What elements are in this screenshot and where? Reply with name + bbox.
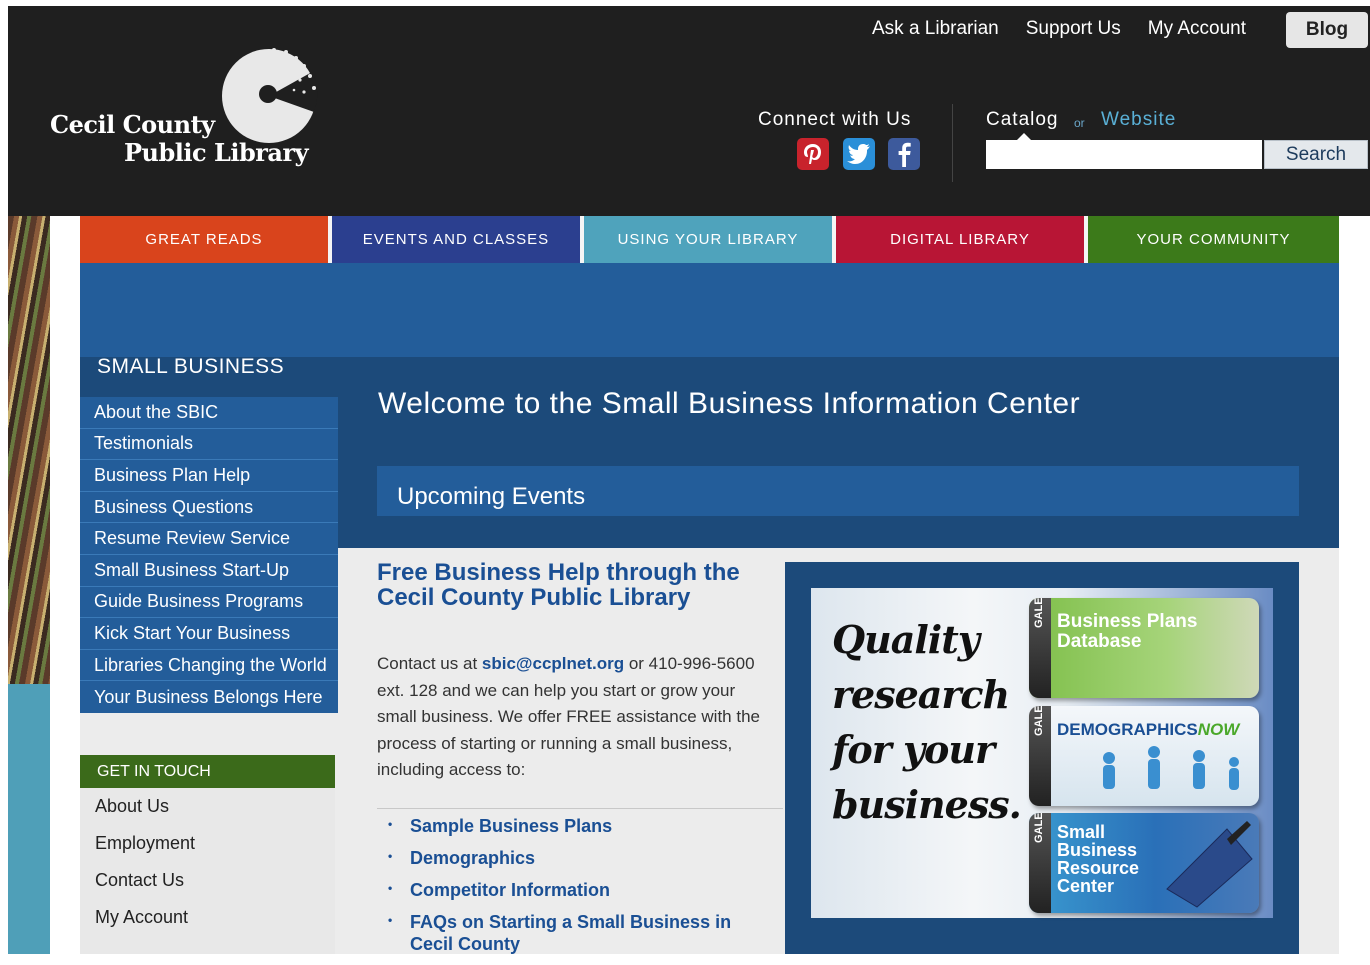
sidebar-item-libraries-changing[interactable]: Libraries Changing the World [80, 649, 338, 682]
git-item-employment[interactable]: Employment [80, 825, 335, 862]
gale-label: GALE [1029, 598, 1051, 698]
sidebar-item-belongs-here[interactable]: Your Business Belongs Here [80, 681, 338, 713]
nav-using-library[interactable]: USING YOUR LIBRARY [584, 216, 836, 263]
ask-librarian-link[interactable]: Ask a Librarian [872, 18, 999, 40]
header-divider [952, 104, 953, 182]
logo-line2: Public Library [124, 138, 309, 167]
tile-title-demographics: DEMOGRAPHICSNOW [1057, 720, 1240, 739]
upcoming-events-title: Upcoming Events [397, 483, 586, 510]
nav-digital-library[interactable]: DIGITAL LIBRARY [836, 216, 1088, 263]
git-item-contact-us[interactable]: Contact Us [80, 862, 335, 899]
gale-label: GALE [1029, 813, 1051, 913]
contact-paragraph: Contact us at sbic@ccplnet.org or 410-99… [377, 651, 767, 784]
caret-icon [1017, 133, 1031, 140]
quality-research-text: Quality research for your business. [832, 617, 1022, 827]
search-button[interactable]: Search [1264, 140, 1368, 169]
support-us-link[interactable]: Support Us [1026, 18, 1121, 40]
sidebar-nav: About the SBIC Testimonials Business Pla… [80, 397, 338, 713]
git-item-about-us[interactable]: About Us [80, 788, 335, 825]
tile-title-sbrc: Small Business Resource Center [1057, 822, 1140, 896]
resource-sample-plans[interactable]: Sample Business Plans [388, 813, 768, 837]
connect-label: Connect with Us [758, 109, 912, 130]
resource-list: Sample Business Plans Demographics Compe… [388, 813, 768, 965]
get-in-touch-list: About Us Employment Contact Us My Accoun… [80, 788, 335, 954]
upcoming-events-bar: Upcoming Events [377, 466, 1299, 516]
resource-demographics[interactable]: Demographics [388, 845, 768, 869]
or-label: or [1074, 116, 1085, 130]
nav-events-classes[interactable]: EVENTS AND CLASSES [332, 216, 584, 263]
bookshelf-image [8, 216, 50, 684]
notebook-pen-icon [1166, 821, 1253, 908]
sidebar-item-business-plan-help[interactable]: Business Plan Help [80, 460, 338, 492]
people-icon [1103, 746, 1239, 790]
nav-great-reads[interactable]: GREAT READS [80, 216, 332, 263]
gale-tile-sbrc[interactable]: GALE Small Business Resource Center [1029, 813, 1259, 913]
content-divider [377, 808, 783, 809]
contact-prefix: Contact us at [377, 654, 482, 673]
gale-label: GALE [1029, 706, 1051, 806]
nav-your-community[interactable]: YOUR COMMUNITY [1088, 216, 1339, 263]
my-account-link[interactable]: My Account [1148, 18, 1246, 40]
gale-tile-demographics[interactable]: GALE DEMOGRAPHICSNOW [1029, 706, 1259, 806]
sidebar-item-kick-start[interactable]: Kick Start Your Business [80, 618, 338, 650]
website-toggle[interactable]: Website [1101, 109, 1176, 131]
blog-button[interactable]: Blog [1286, 12, 1368, 48]
free-help-heading: Free Business Help through the Cecil Cou… [377, 559, 740, 611]
sidebar-item-about-sbic[interactable]: About the SBIC [80, 397, 338, 429]
get-in-touch-heading: GET IN TOUCH [80, 755, 335, 788]
tile-title-business-plans: Business Plans Database [1057, 611, 1198, 652]
page-banner [80, 263, 1339, 357]
twitter-icon[interactable] [843, 138, 875, 170]
pinterest-icon[interactable] [797, 138, 829, 170]
sidebar-item-testimonials[interactable]: Testimonials [80, 428, 338, 461]
catalog-toggle[interactable]: Catalog [986, 109, 1059, 131]
library-logo[interactable]: Cecil County Public Library [42, 42, 332, 172]
resource-competitor[interactable]: Competitor Information [388, 877, 768, 901]
welcome-panel: Welcome to the Small Business Informatio… [338, 357, 1339, 548]
sidebar-item-resume-review[interactable]: Resume Review Service [80, 523, 338, 555]
git-item-my-account[interactable]: My Account [80, 899, 335, 936]
sidebar-title: SMALL BUSINESS [97, 355, 285, 378]
logo-line1: Cecil County [50, 110, 215, 139]
search-input[interactable] [986, 140, 1262, 169]
email-link[interactable]: sbic@ccplnet.org [482, 654, 624, 673]
page-title: Welcome to the Small Business Informatio… [378, 387, 1081, 420]
facebook-icon[interactable] [888, 138, 920, 170]
resource-faqs[interactable]: FAQs on Starting a Small Business in Cec… [388, 909, 768, 955]
sidebar-item-business-questions[interactable]: Business Questions [80, 491, 338, 524]
sidebar-heading: SMALL BUSINESS [80, 355, 338, 397]
gale-tile-business-plans[interactable]: GALE Business Plans Database [1029, 598, 1259, 698]
sidebar-item-guide-programs[interactable]: Guide Business Programs [80, 586, 338, 619]
sidebar-item-startup[interactable]: Small Business Start-Up [80, 554, 338, 587]
top-links: Ask a Librarian Support Us My Account [872, 18, 1246, 40]
main-nav: GREAT READS EVENTS AND CLASSES USING YOU… [80, 216, 1339, 263]
